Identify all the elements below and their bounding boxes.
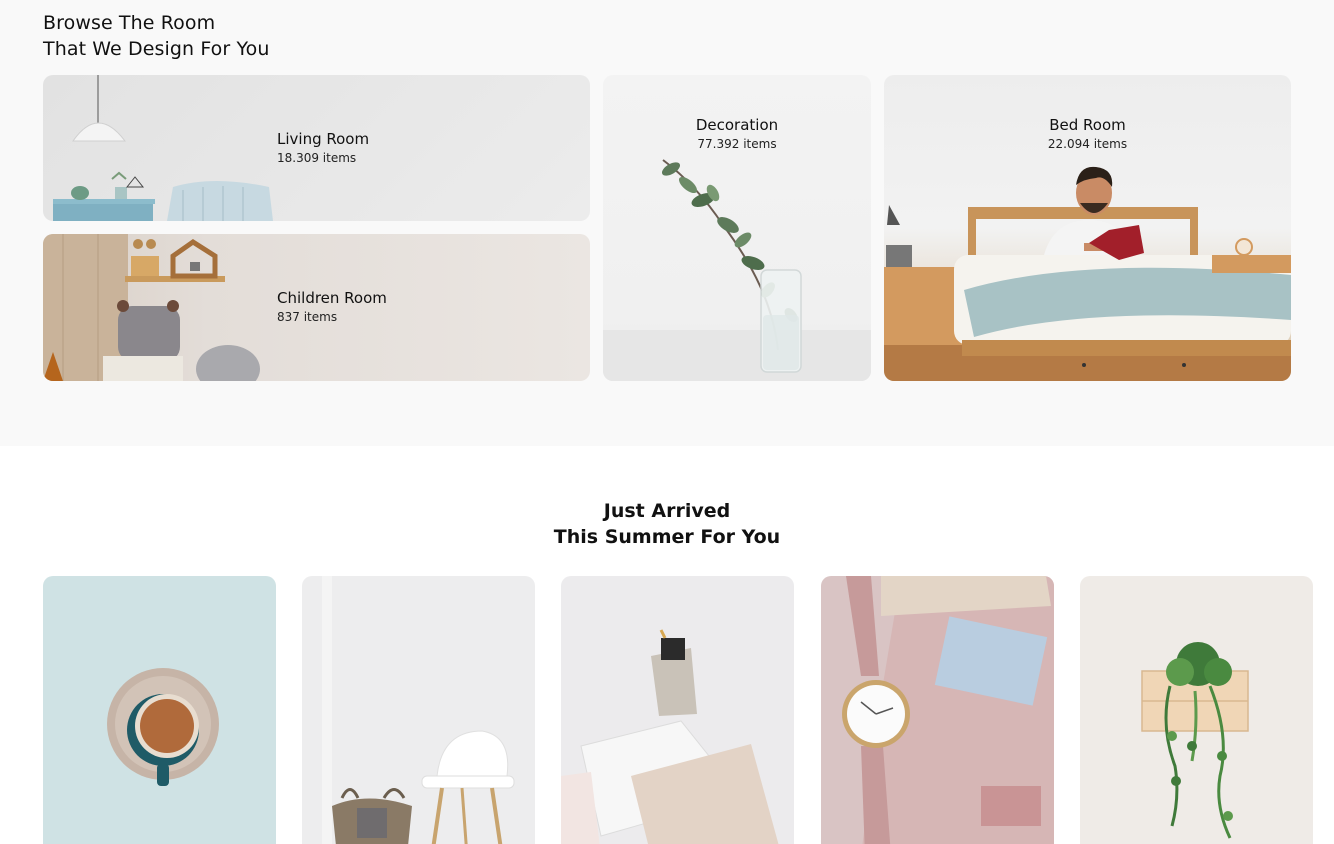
arrived-title-line2: This Summer For You xyxy=(553,526,781,548)
product-card-chair[interactable] xyxy=(302,576,535,844)
product-card-plant[interactable] xyxy=(1080,576,1313,844)
browse-title-line2: That We Design For You xyxy=(43,38,270,60)
room-card-living-room[interactable]: Living Room 18.309 items xyxy=(43,75,590,221)
room-name: Children Room xyxy=(277,289,387,307)
white-chair-basket-image xyxy=(322,576,515,844)
notebook-pencil-cup-image xyxy=(561,629,779,844)
room-count: 18.309 items xyxy=(277,151,357,165)
room-count: 837 items xyxy=(277,310,338,324)
room-card-decoration[interactable]: Decoration 77.392 items xyxy=(603,75,871,381)
children-room-label: Children Room 837 items xyxy=(277,288,387,326)
room-name: Decoration xyxy=(695,116,779,134)
browse-title-line1: Browse The Room xyxy=(43,12,216,34)
room-card-children-room[interactable]: Children Room 837 items xyxy=(43,234,590,381)
product-card-watch[interactable] xyxy=(821,576,1054,844)
browse-rooms-section: Browse The Room That We Design For You L… xyxy=(0,0,1334,446)
bed-room-label: Bed Room 22.094 items xyxy=(884,115,1291,153)
watch-notebook-image xyxy=(842,576,1054,844)
room-count: 77.392 items xyxy=(697,137,777,151)
living-room-label: Living Room 18.309 items xyxy=(277,129,369,167)
product-card-coffee-cup[interactable] xyxy=(43,576,276,844)
room-name: Living Room xyxy=(277,130,370,148)
room-count: 22.094 items xyxy=(1047,137,1128,151)
arrived-title-line1: Just Arrived xyxy=(603,500,731,522)
just-arrived-title: Just Arrived This Summer For You xyxy=(0,498,1334,550)
product-card-notebook[interactable] xyxy=(561,576,794,844)
hanging-plant-image xyxy=(1141,642,1249,839)
coffee-cup-image xyxy=(107,668,219,786)
room-card-bed-room[interactable]: Bed Room 22.094 items xyxy=(884,75,1291,381)
browse-rooms-title: Browse The Room That We Design For You xyxy=(43,10,270,62)
decoration-label: Decoration 77.392 items xyxy=(603,115,871,153)
room-name: Bed Room xyxy=(1049,116,1126,134)
